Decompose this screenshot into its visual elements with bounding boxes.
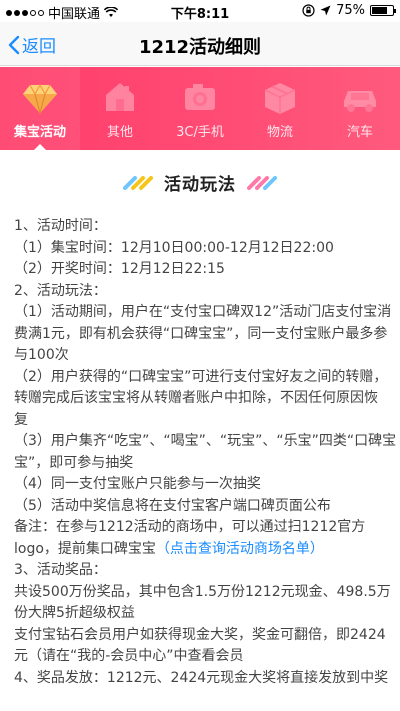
rule-line-with-link: logo，提前集口碑宝宝（点击查询活动商场名单） <box>14 539 390 561</box>
category-tab-bar: 集宝活动 其他 3C/手机 物流 汽车 <box>0 67 400 150</box>
section-heading: 活动玩法 <box>0 170 400 195</box>
tab-logistics[interactable]: 物流 <box>240 67 320 150</box>
rule-line: （2）开奖时间：12月12日22:15 <box>14 261 225 277</box>
rule-line: （1）集宝时间：12月10日00:00-12月12日22:00 <box>14 239 334 256</box>
lock-rotation-icon <box>302 4 315 17</box>
rule-line: 备注：在参与1212活动的商场中，可以通过扫1212官方 <box>14 519 366 535</box>
house-icon <box>106 83 134 111</box>
rule-text: logo，提前集口碑宝宝 <box>14 540 156 557</box>
rule-line: 1、活动时间： <box>14 218 107 234</box>
car-icon <box>344 91 376 112</box>
status-bar: 中国联通 下午8:11 75% <box>0 0 400 22</box>
rule-line: （3）用户集齐“吃宝”、“喝宝”、“玩宝”、“乐宝”四类“口碑宝 <box>14 433 397 449</box>
decoration-stripes-icon <box>122 175 153 190</box>
rule-line: 宝”，即可参与抽奖 <box>14 454 134 471</box>
navigation-bar: 返回 1212活动细则 <box>0 22 400 66</box>
rule-line: （1）活动期间，用户在“支付宝口碑双12”活动门店支付宝消 <box>14 304 392 320</box>
package-icon <box>264 83 296 114</box>
tab-3c-phone[interactable]: 3C/手机 <box>160 67 240 150</box>
tab-label: 物流 <box>266 125 293 140</box>
rule-line: （4）同一支付宝账户只能参与一次抽奖 <box>14 476 261 492</box>
tab-car[interactable]: 汽车 <box>320 67 400 150</box>
page-title: 1212活动细则 <box>138 37 262 58</box>
tab-label: 汽车 <box>346 125 373 140</box>
tab-label: 3C/手机 <box>176 125 224 140</box>
rules-content: 1、活动时间： （1）集宝时间：12月10日00:00-12月12日22:00 … <box>14 216 397 689</box>
status-right: 75% <box>302 3 396 18</box>
rule-line: （2）用户获得的“口碑宝宝”可进行支付宝好友之间的转赠， <box>14 368 388 385</box>
rule-line: 与100次 <box>14 347 69 363</box>
rule-line: 支付宝钻石会员用户如获得现金大奖，奖金可翻倍，即2424 <box>14 626 386 643</box>
rule-line: 费满1元，即有机会获得“口碑宝宝”，同一支付宝账户最多参 <box>14 325 388 342</box>
tab-other[interactable]: 其他 <box>80 67 160 150</box>
rule-line: 转赠完成后该宝宝将从转赠者账户中扣除，不因任何原因恢 <box>14 390 378 406</box>
rule-line: 复 <box>14 411 28 428</box>
rule-line: 共设500万份奖品，其中包含1.5万份1212元现金、498.5万 <box>14 583 391 600</box>
query-mall-list-link[interactable]: （点击查询活动商场名单） <box>156 541 324 557</box>
battery-icon <box>370 5 396 16</box>
active-tab-indicator <box>34 144 46 150</box>
rule-line: 2、活动玩法： <box>14 282 107 299</box>
tab-label: 其他 <box>106 125 133 140</box>
decoration-stripes-icon <box>247 175 278 190</box>
camera-icon <box>185 84 215 110</box>
tab-label: 集宝活动 <box>13 125 66 140</box>
rule-line: 4、奖品发放：1212元、2424元现金大奖将直接发放到中奖 <box>14 669 389 686</box>
rule-line: 元（请在“我的-会员中心”中查看会员 <box>14 648 244 664</box>
treasure-icon <box>23 83 57 116</box>
section-title: 活动玩法 <box>164 175 236 195</box>
location-arrow-icon <box>320 5 331 16</box>
rule-line: 3、活动奖品： <box>14 562 107 578</box>
battery-percent: 75% <box>336 3 365 18</box>
rule-line: 份大牌5折超级权益 <box>14 605 135 621</box>
rule-line: （5）活动中奖信息将在支付宝客户端口碑页面公布 <box>14 497 331 514</box>
tab-treasure-activity[interactable]: 集宝活动 <box>0 67 80 150</box>
